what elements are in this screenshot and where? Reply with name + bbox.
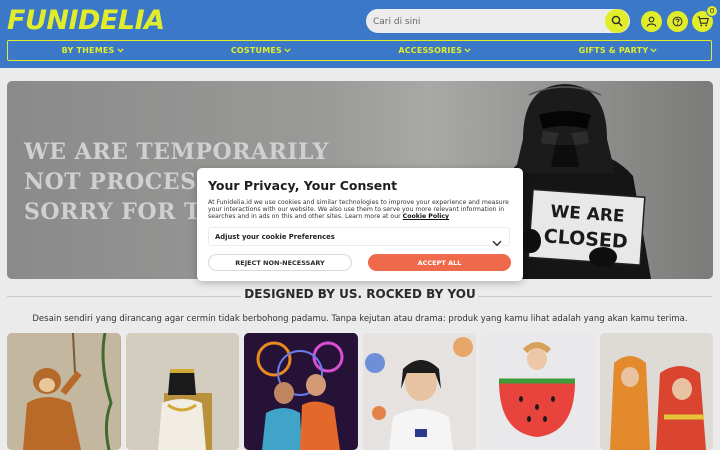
product-image: [244, 333, 357, 450]
search-icon: [611, 15, 623, 27]
modal-body: At Funidelia.id we use cookies and simil…: [208, 199, 514, 221]
chevron-down-icon: [284, 46, 291, 55]
product-card[interactable]: [362, 333, 476, 450]
cookie-preferences-toggle[interactable]: Adjust your cookie Preferences: [208, 227, 510, 247]
search-bar: [366, 9, 630, 34]
nav-item-label: BY THEMES: [61, 46, 115, 55]
product-card[interactable]: [7, 333, 121, 450]
product-image: [7, 333, 120, 450]
nav-item-label: COSTUMES: [230, 46, 282, 55]
modal-title: Your Privacy, Your Consent: [208, 178, 398, 193]
section-subtitle: Desain sendiri yang dirancang agar cermi…: [32, 314, 688, 324]
chevron-down-icon: [650, 46, 657, 55]
account-button[interactable]: [641, 11, 662, 32]
cart-button[interactable]: 0: [692, 5, 718, 32]
user-icon: [646, 16, 657, 27]
cookie-policy-link[interactable]: Cookie Policy: [403, 213, 449, 220]
help-icon: [672, 16, 683, 27]
search-button[interactable]: [605, 9, 629, 33]
product-card[interactable]: [125, 333, 239, 450]
nav-item-by-themes[interactable]: BY THEMES: [62, 46, 124, 55]
nav-item-gifts-party[interactable]: GIFTS & PARTY: [579, 46, 658, 55]
chevron-down-icon: [116, 46, 124, 55]
product-image: [481, 333, 594, 450]
nav-item-label: ACCESSORIES: [398, 46, 463, 55]
prefs-label: Adjust your cookie Preferences: [215, 233, 335, 241]
site-header: FUNIDELIA 0 BY THEMES: [0, 0, 720, 68]
search-input[interactable]: [366, 10, 596, 34]
product-image: [125, 333, 239, 450]
cart-icon: [697, 16, 709, 27]
main-nav: BY THEMES COSTUMES ACCESSORIES GIFTS & P…: [7, 40, 712, 61]
product-card[interactable]: [599, 333, 713, 450]
product-image: [362, 333, 476, 450]
hero-text-line: WE ARE TEMPORARILY: [24, 139, 329, 165]
product-image: [599, 333, 713, 450]
reject-non-necessary-button[interactable]: REJECT NON-NECESSARY: [208, 254, 352, 271]
product-card[interactable]: [481, 333, 595, 450]
nav-item-accessories[interactable]: ACCESSORIES: [398, 46, 471, 55]
help-button[interactable]: [667, 11, 688, 32]
chevron-down-icon: [492, 232, 502, 251]
chevron-down-icon: [464, 46, 471, 55]
nav-item-label: GIFTS & PARTY: [578, 46, 649, 55]
product-card[interactable]: [244, 333, 358, 450]
section-title: DESIGNED BY US. ROCKED BY YOU: [244, 287, 476, 301]
accept-all-button[interactable]: ACCEPT ALL: [368, 254, 511, 271]
cart-count-badge: 0: [706, 5, 718, 17]
product-cards: [7, 333, 713, 450]
nav-item-costumes[interactable]: COSTUMES: [231, 46, 291, 55]
modal-body-text: At Funidelia.id we use cookies and simil…: [208, 199, 509, 221]
cookie-consent-modal: Your Privacy, Your Consent At Funidelia.…: [197, 168, 523, 281]
funidelia-logo[interactable]: FUNIDELIA: [7, 6, 165, 36]
